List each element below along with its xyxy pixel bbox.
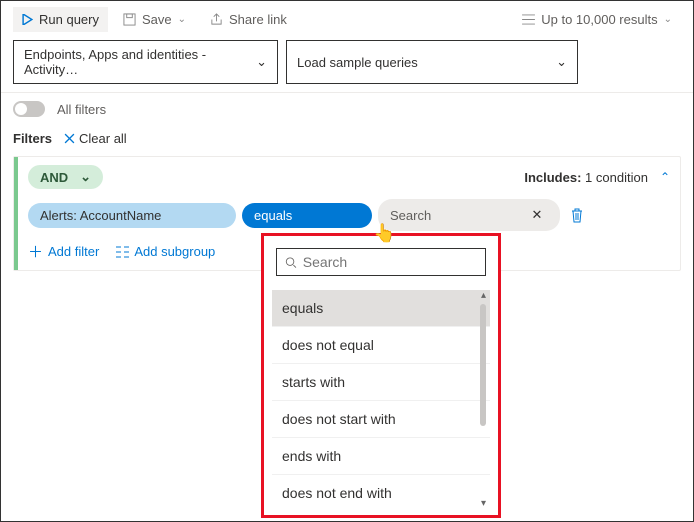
dropdown-option-does-not-end-with[interactable]: does not end with [272,475,490,511]
chevron-down-icon: ⌄ [178,14,186,25]
data-source-select[interactable]: Endpoints, Apps and identities - Activit… [13,40,278,84]
clear-all-label: Clear all [79,131,127,146]
trash-icon [570,208,584,223]
share-label: Share link [229,12,287,27]
dropdown-scrollbar[interactable] [480,304,486,426]
all-filters-label: All filters [57,102,106,117]
delete-filter-button[interactable] [570,208,584,223]
dropdown-option-ends-with[interactable]: ends with [272,438,490,475]
filter-value-input[interactable]: Search ✕ [378,199,560,231]
play-icon [22,14,33,25]
add-subgroup-label: Add subgroup [134,244,215,259]
list-icon [522,14,535,25]
add-filter-button[interactable]: ＋ Add filter [28,241,99,262]
save-button[interactable]: Save ⌄ [114,7,195,32]
logic-label: AND [40,170,68,185]
clear-value-icon[interactable]: ✕ [526,204,548,226]
run-query-button[interactable]: Run query [13,7,108,32]
sample-queries-label: Load sample queries [297,55,418,70]
logic-operator-pill[interactable]: AND ⌄ [28,165,103,189]
dropdown-search-field[interactable] [303,254,477,270]
chevron-down-icon: ⌄ [256,54,267,70]
add-filter-label: Add filter [48,244,99,259]
dropdown-option-does-not-equal[interactable]: does not equal [272,327,490,364]
chevron-down-icon: ⌄ [556,54,567,70]
includes-text: Includes: 1 condition [524,170,648,185]
data-source-label: Endpoints, Apps and identities - Activit… [24,47,256,77]
chevron-down-icon: ⌄ [664,14,672,25]
field-label: Alerts: AccountName [40,208,161,223]
chevron-down-icon: ⌄ [80,169,91,185]
operator-label: equals [254,208,292,223]
operator-dropdown: ▴ equals does not equal starts with does… [261,233,501,518]
filter-field-pill[interactable]: Alerts: AccountName [28,203,236,228]
close-icon [64,133,75,144]
share-link-button[interactable]: Share link [201,7,296,32]
plus-icon: ＋ [28,241,43,262]
all-filters-toggle[interactable] [13,101,45,117]
results-label: Up to 10,000 results [541,12,657,27]
dropdown-option-starts-with[interactable]: starts with [272,364,490,401]
dropdown-search-input[interactable] [276,248,486,276]
subgroup-icon [115,246,129,258]
filter-operator-pill[interactable]: equals [242,203,372,228]
results-limit-button[interactable]: Up to 10,000 results ⌄ [513,7,681,32]
share-icon [210,13,223,26]
save-label: Save [142,12,172,27]
save-icon [123,13,136,26]
filters-title: Filters [13,131,52,146]
scroll-down-icon[interactable]: ▾ [481,498,486,509]
scroll-up-icon[interactable]: ▴ [481,290,486,301]
sample-queries-select[interactable]: Load sample queries ⌄ [286,40,578,84]
clear-all-button[interactable]: Clear all [64,131,127,146]
add-subgroup-button[interactable]: Add subgroup [115,241,215,262]
collapse-icon[interactable]: ⌃ [660,170,670,184]
search-icon [285,256,297,269]
dropdown-option-does-not-start-with[interactable]: does not start with [272,401,490,438]
search-placeholder: Search [390,208,431,223]
run-label: Run query [39,12,99,27]
dropdown-option-equals[interactable]: equals [272,290,490,327]
